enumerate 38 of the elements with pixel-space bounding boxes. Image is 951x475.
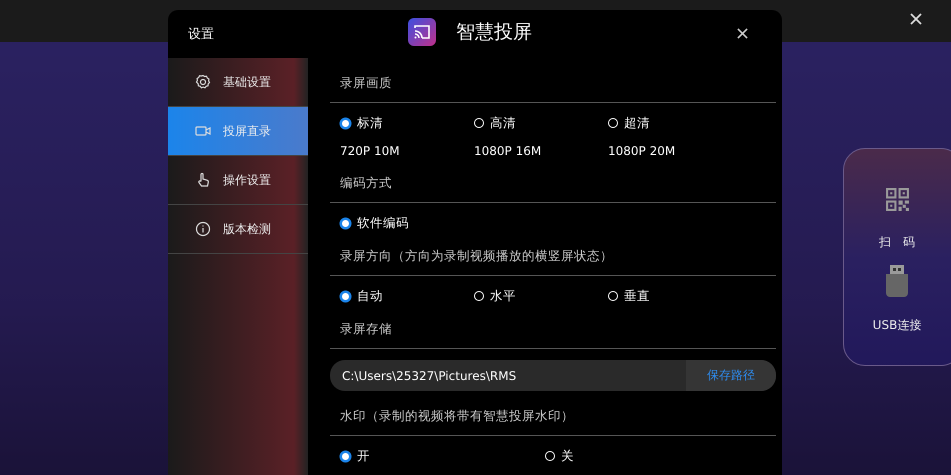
app-name: 智慧投屏 xyxy=(456,20,532,45)
path-field[interactable]: C:\Users\25327\Pictures\RMS 保存路径 xyxy=(330,360,776,391)
quality-detail: 1080P 16M xyxy=(474,144,542,158)
radio-option[interactable]: 高清 xyxy=(474,115,516,131)
section-heading: 录屏画质 xyxy=(339,74,393,91)
window-title: 设置 xyxy=(188,26,214,43)
close-icon[interactable] xyxy=(737,28,748,39)
sidebar-item[interactable]: 版本检测 xyxy=(168,205,308,254)
gear-icon xyxy=(195,74,211,90)
radio-button[interactable] xyxy=(340,218,351,228)
section-heading: 录屏方向（方向为录制视频播放的横竖屏状态） xyxy=(339,247,614,264)
qr-code-icon[interactable] xyxy=(884,187,910,212)
section-heading: 编码方式 xyxy=(339,174,393,191)
sidebar-item[interactable]: 操作设置 xyxy=(168,156,308,205)
radio-button[interactable] xyxy=(340,290,351,302)
section-heading: 水印（录制的视频将带有智慧投屏水印） xyxy=(339,407,575,424)
usb-drive-icon[interactable] xyxy=(886,265,908,297)
save-path-button[interactable]: 保存路径 xyxy=(686,360,776,391)
cast-logo-icon xyxy=(408,18,436,46)
radio-button[interactable] xyxy=(340,118,351,128)
quality-detail: 1080P 20M xyxy=(608,144,676,158)
info-icon xyxy=(195,221,211,237)
radio-option[interactable]: 开 xyxy=(340,448,370,464)
radio-option[interactable]: 关 xyxy=(545,448,574,464)
sidebar-item[interactable]: 投屏直录 xyxy=(168,107,308,156)
hand-icon xyxy=(195,172,211,188)
side-label[interactable]: 扫 码 xyxy=(879,234,915,251)
radio-option[interactable]: 标清 xyxy=(340,115,383,131)
section-heading: 录屏存储 xyxy=(339,320,393,337)
radio-option[interactable]: 水平 xyxy=(474,288,516,304)
radio-option[interactable]: 垂直 xyxy=(608,288,650,304)
close-icon[interactable] xyxy=(910,13,922,25)
quality-detail: 720P 10M xyxy=(340,144,400,158)
radio-option[interactable]: 自动 xyxy=(340,288,383,304)
radio-option[interactable]: 超清 xyxy=(608,115,650,131)
radio-button[interactable] xyxy=(340,450,351,462)
radio-option[interactable]: 软件编码 xyxy=(340,215,409,231)
side-label[interactable]: USB连接 xyxy=(872,317,922,334)
